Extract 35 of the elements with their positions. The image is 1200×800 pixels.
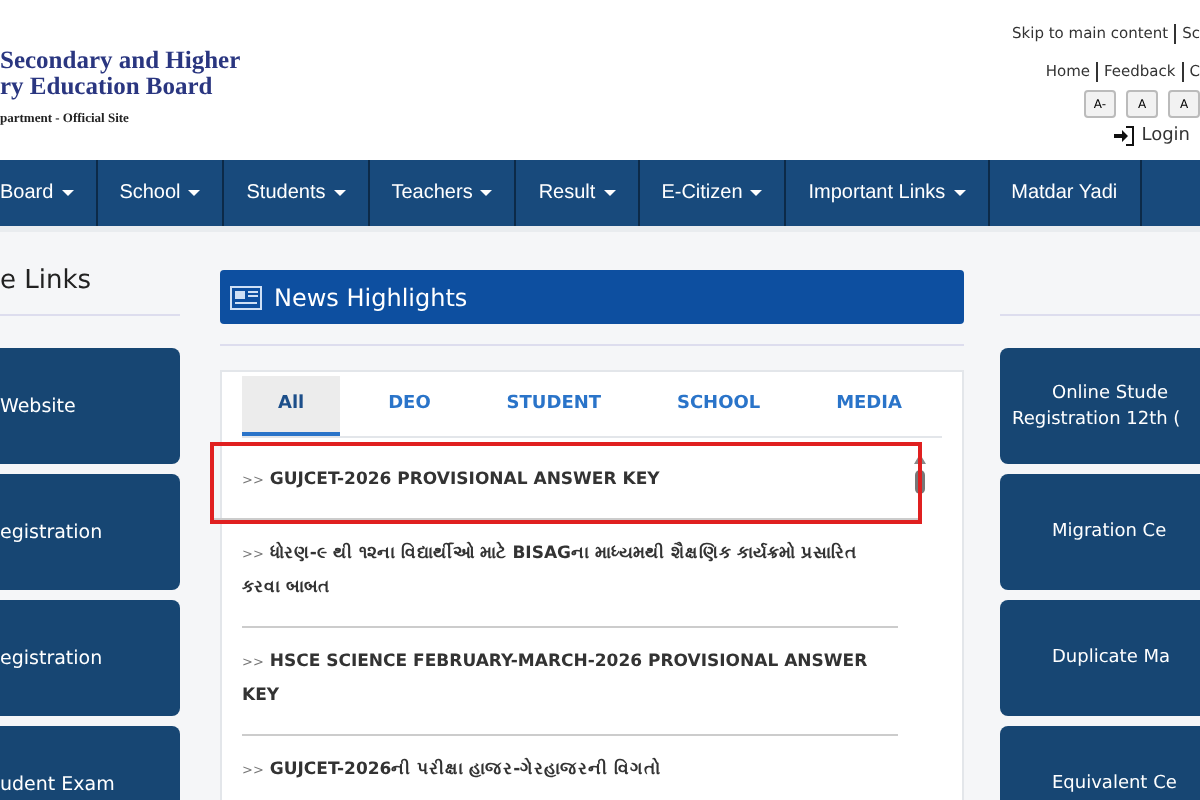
newspaper-icon [230,285,262,309]
nav-item[interactable]: Result [516,160,640,226]
nav-item[interactable]: School [97,160,225,226]
news-tab[interactable]: MEDIA [808,376,930,436]
nav-item[interactable]: Students [224,160,370,226]
caret-icon [603,190,616,196]
caret-icon [61,190,74,196]
nav-item[interactable]: Board [0,160,98,226]
quick-link-button[interactable]: Migration Ce [1000,474,1200,590]
caret-icon [953,190,966,196]
news-tab[interactable]: STUDENT [478,376,630,436]
news-tab[interactable]: SCHOOL [648,376,789,436]
board-name: Secondary and Higher ry Education Board [0,48,241,100]
quick-link-button[interactable]: Duplicate Ma [1000,600,1200,716]
nav-item[interactable]: Matdar Yadi [989,160,1142,226]
quick-link-button[interactable]: egistration [0,474,180,590]
quick-link-button[interactable]: egistration [0,600,180,716]
nav-item[interactable]: E-Citizen [639,160,787,226]
news-tab[interactable]: All [242,376,341,436]
news-tab[interactable]: DEO [360,376,459,436]
news-title: News Highlights [274,283,468,311]
caret-icon [750,190,763,196]
scrollbar-icon [914,454,926,498]
login-icon [1113,126,1134,146]
section-title: e Links [0,266,94,300]
quick-link-button[interactable]: Equivalent Ce [1000,726,1200,800]
quick-link-button[interactable]: Website [0,348,180,464]
quick-link-button[interactable]: Online Stude Registration 12th ( [1000,348,1200,464]
quick-link-button[interactable]: udent Exam [0,726,180,800]
caret-icon [480,190,493,196]
caret-icon [188,190,201,196]
nav-item[interactable]: Teachers [369,160,517,226]
caret-icon [333,190,346,196]
login-link[interactable]: Login [1141,126,1190,146]
nav-item[interactable]: Important Links [786,160,990,226]
